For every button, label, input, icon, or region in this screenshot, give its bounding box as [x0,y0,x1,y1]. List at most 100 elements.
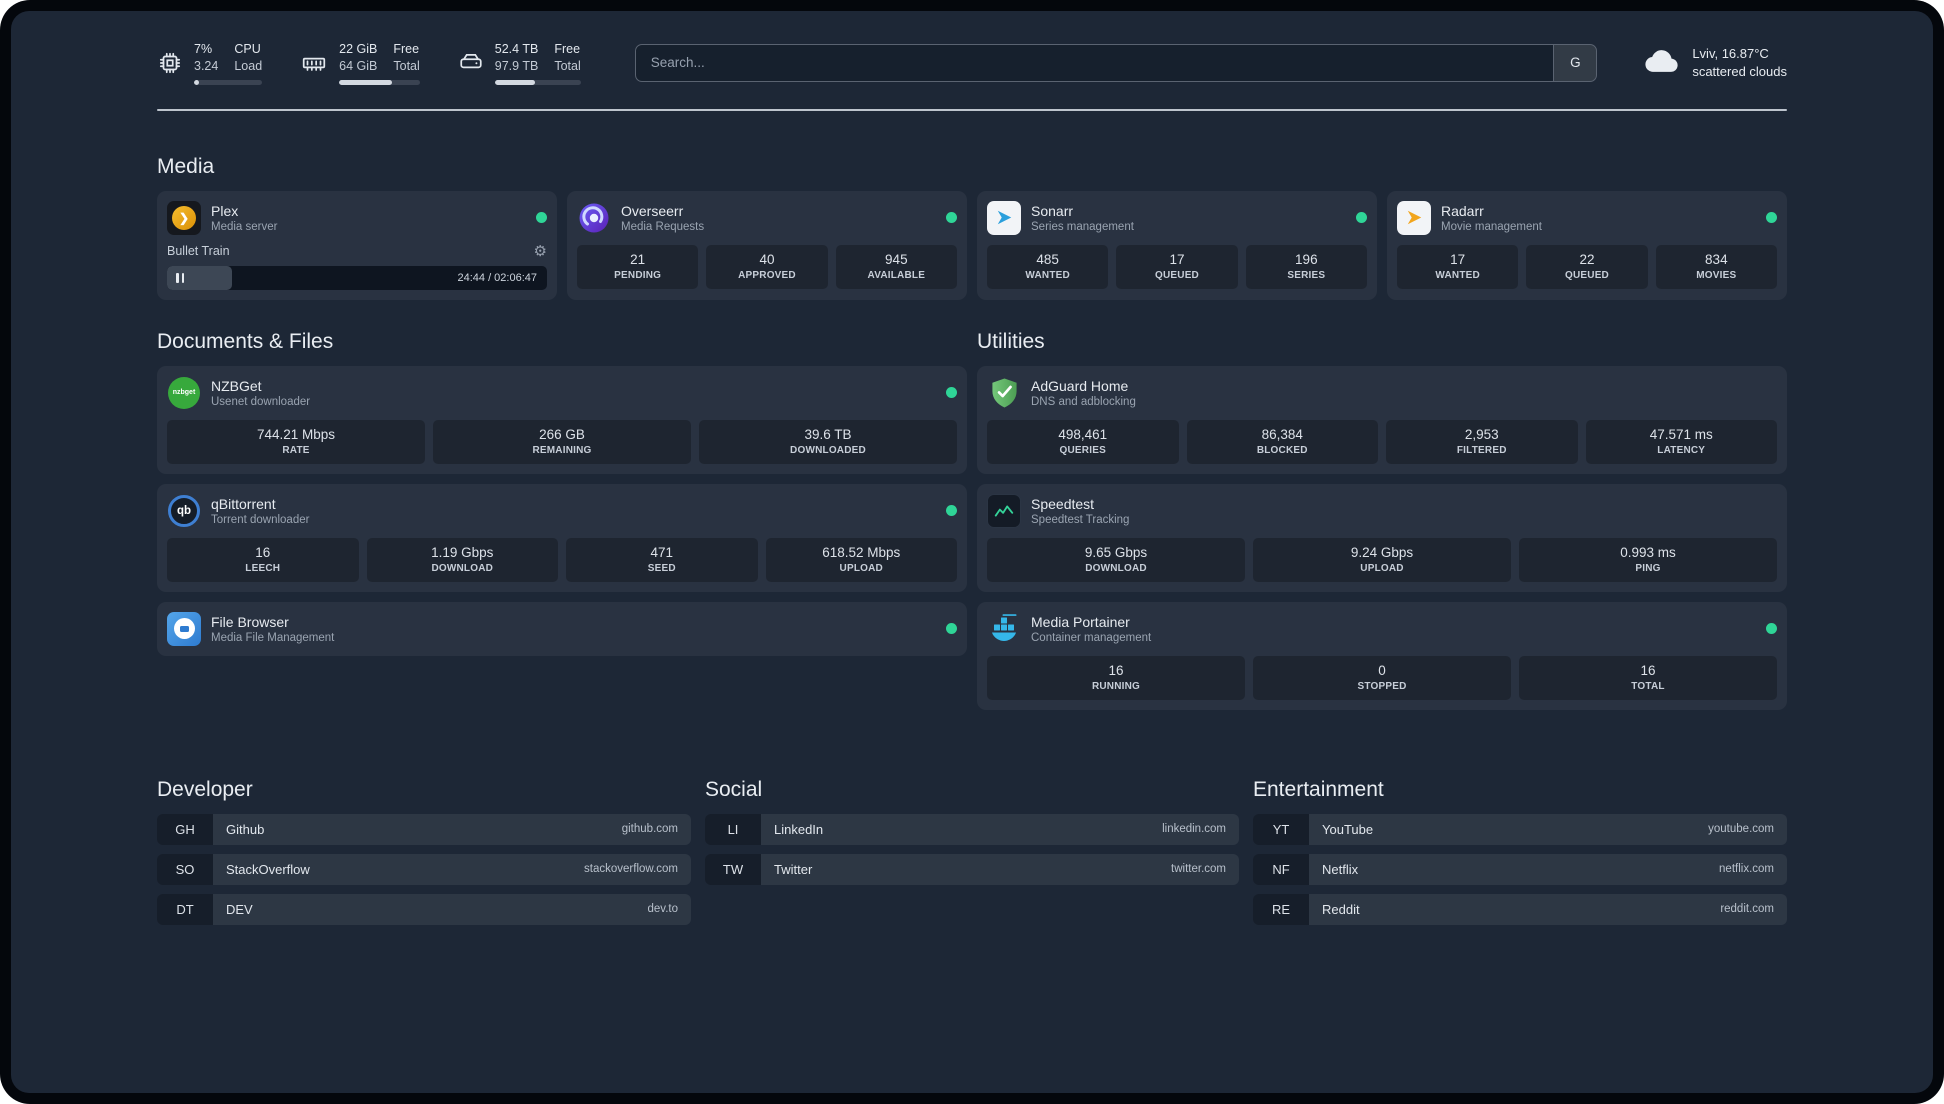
section-title-social: Social [705,777,763,801]
stat-total: 16 TOTAL [1519,655,1777,700]
service-card-nzbget[interactable]: nzbget NZBGet Usenet downloader 744.21 M… [157,365,967,474]
bookmark-abbr: DT [157,893,213,925]
stat-ping: 0.993 ms PING [1519,537,1777,582]
stat-movies: 834 MOVIES [1655,244,1777,289]
service-card-speedtest[interactable]: Speedtest Speedtest Tracking 9.65 Gbps D… [977,483,1787,592]
service-card-sonarr[interactable]: Sonarr Series management 485 WANTED 17 Q… [977,190,1377,300]
cpu-values: 7% 3.24 [194,42,219,74]
service-card-plex[interactable]: ❯ Plex Media server Bullet Train ⚙ 24:44… [157,190,557,300]
bookmark-dev[interactable]: DT DEV dev.to [157,893,691,925]
adguard-icon [987,376,1021,410]
search-input[interactable] [635,44,1554,81]
stat-blocked: 86,384 BLOCKED [1186,419,1378,464]
service-subtitle: Media File Management [211,631,335,644]
disk-widget: 52.4 TB 97.9 TB Free Total [458,41,581,85]
service-title: NZBGet [211,377,262,394]
status-dot [1766,212,1777,223]
stat-stopped: 0 STOPPED [1253,655,1511,700]
playback-time: 24:44 / 02:06:47 [457,271,537,284]
service-subtitle: Container management [1031,631,1152,644]
bookmark-href: reddit.com [1720,903,1774,915]
bookmark-stackoverflow[interactable]: SO StackOverflow stackoverflow.com [157,853,691,885]
overseerr-icon [577,201,611,235]
service-title: Overseerr [621,202,684,219]
weather-location: Lviv, 16.87°C [1692,46,1769,62]
window-frame: 7% 3.24 CPU Load 22 GiB 64 GiB Free Tota… [0,0,1944,1104]
service-card-qbittorrent[interactable]: qb qBittorrent Torrent downloader 16 LEE… [157,483,967,592]
bookmark-href: netflix.com [1719,863,1774,875]
service-title: AdGuard Home [1031,377,1129,394]
plex-icon: ❯ [167,200,201,235]
pause-icon[interactable] [176,272,179,283]
section-title-media: Media [157,154,215,178]
service-subtitle: Movie management [1441,220,1542,233]
bookmark-group-social: Social LI LinkedIn linkedin.com TW Twitt… [705,778,1239,934]
bookmark-linkedin[interactable]: LI LinkedIn linkedin.com [705,813,1239,845]
stat-approved: 40 APPROVED [706,244,828,289]
service-card-adguard[interactable]: AdGuard Home DNS and adblocking 498,461 … [977,365,1787,474]
service-subtitle: Media Requests [621,220,705,233]
service-title: File Browser [211,613,289,630]
section-title-entertainment: Entertainment [1253,777,1384,801]
stat-series: 196 SERIES [1245,244,1367,289]
cpu-labels: CPU Load [234,42,263,74]
bookmark-name: YouTube [1322,821,1374,837]
stat-upload: 618.52 Mbps UPLOAD [765,537,957,582]
service-title: qBittorrent [211,495,276,512]
bookmark-github[interactable]: GH Github github.com [157,813,691,845]
service-title: Sonarr [1031,202,1074,219]
status-dot [536,212,547,223]
bookmark-abbr: GH [157,813,213,845]
bookmark-group-entertainment: Entertainment YT YouTube youtube.com NF … [1253,778,1787,934]
bookmark-twitter[interactable]: TW Twitter twitter.com [705,853,1239,885]
cpu-progress-bar [194,79,263,85]
bookmark-abbr: RE [1253,893,1309,925]
bookmark-reddit[interactable]: RE Reddit reddit.com [1253,893,1787,925]
bookmark-name: StackOverflow [226,861,310,877]
stat-available: 945 AVAILABLE [835,244,957,289]
filebrowser-icon [167,611,201,646]
service-title: Radarr [1441,202,1484,219]
service-card-portainer[interactable]: Media Portainer Container management 16 … [977,601,1787,710]
stat-filtered: 2,953 FILTERED [1386,419,1578,464]
stat-queries: 498,461 QUERIES [987,419,1179,464]
section-title-utilities: Utilities [977,329,1045,353]
bookmark-abbr: YT [1253,813,1309,845]
bookmark-href: twitter.com [1171,863,1226,875]
bookmark-netflix[interactable]: NF Netflix netflix.com [1253,853,1787,885]
status-dot [946,623,957,634]
nzbget-icon: nzbget [167,376,201,410]
stat-pending: 21 PENDING [577,244,699,289]
bookmark-abbr: TW [705,853,761,885]
pause-icon[interactable] [181,272,184,283]
stat-wanted: 17 WANTED [1397,244,1519,289]
service-card-radarr[interactable]: Radarr Movie management 17 WANTED 22 QUE… [1387,190,1787,300]
stat-download: 1.19 Gbps DOWNLOAD [366,537,558,582]
bookmark-href: github.com [621,823,678,835]
service-title: Speedtest [1031,495,1095,512]
bookmark-abbr: SO [157,853,213,885]
playback-progress-bar[interactable]: 24:44 / 02:06:47 [167,265,547,290]
disk-progress-bar [494,79,581,85]
bookmark-youtube[interactable]: YT YouTube youtube.com [1253,813,1787,845]
bookmark-href: linkedin.com [1162,823,1226,835]
documents-column: Documents & Files nzbget NZBGet Usenet d… [157,330,967,666]
bookmark-name: Twitter [774,861,813,877]
status-dot [946,387,957,398]
sonarr-icon [987,200,1021,235]
service-card-filebrowser[interactable]: File Browser Media File Management [157,601,967,656]
bookmark-href: dev.to [647,903,678,915]
stat-rate: 744.21 Mbps RATE [167,419,425,464]
bookmark-abbr: LI [705,813,761,845]
memory-progress-bar [339,79,420,85]
service-card-overseerr[interactable]: Overseerr Media Requests 21 PENDING 40 A… [567,190,967,300]
speedtest-icon [987,493,1021,528]
search-provider-button[interactable]: G [1553,44,1597,81]
bookmark-href: stackoverflow.com [584,863,678,875]
section-title-documents: Documents & Files [157,329,334,353]
gear-icon[interactable]: ⚙ [534,244,547,259]
service-subtitle: DNS and adblocking [1031,395,1136,408]
service-subtitle: Media server [211,220,278,233]
service-title: Media Portainer [1031,613,1130,630]
stat-wanted: 485 WANTED [987,244,1109,289]
